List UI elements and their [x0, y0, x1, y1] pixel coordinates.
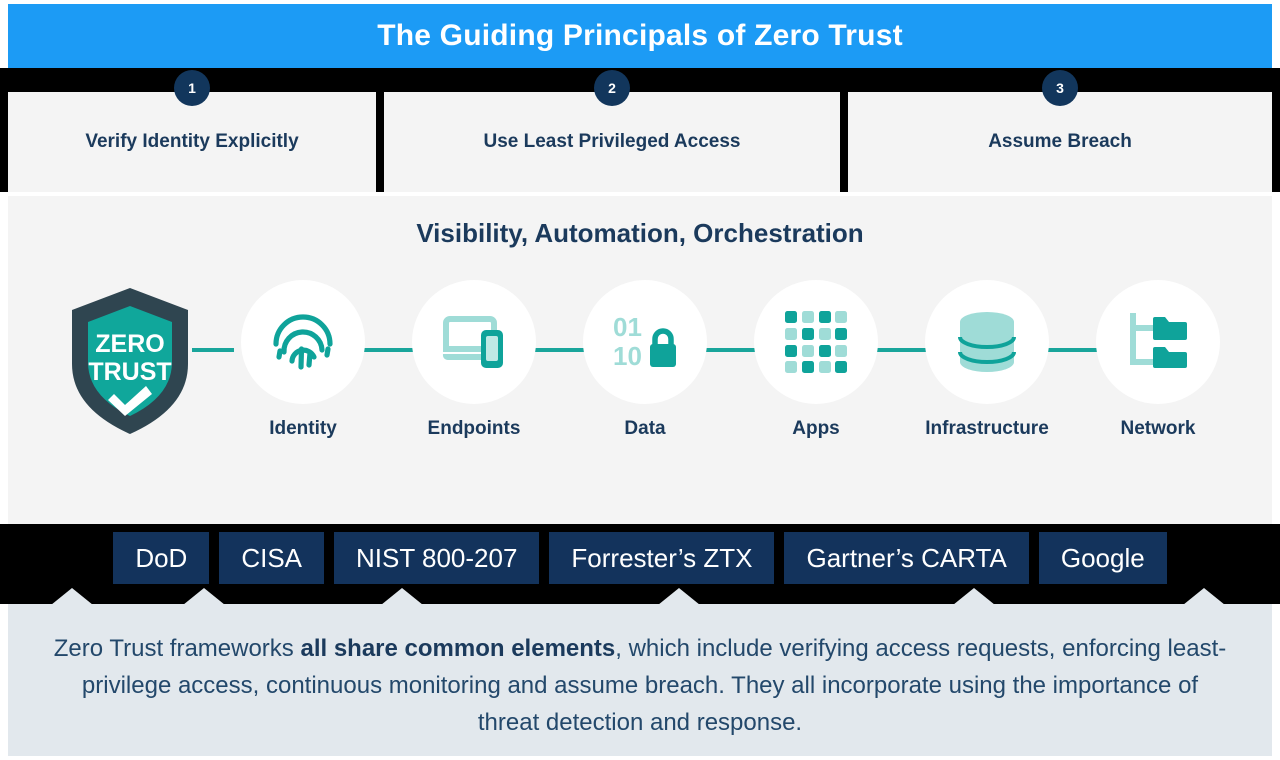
pillar-data[interactable]: 01 10 Data	[583, 280, 707, 440]
principles-row: 1 Verify Identity Explicitly 2 Use Least…	[8, 70, 1272, 192]
pillar-apps-circle	[754, 280, 878, 404]
pillar-apps[interactable]: Apps	[754, 280, 878, 440]
framework-chip-dod[interactable]: DoD	[113, 532, 210, 584]
devices-icon	[442, 316, 503, 368]
principle-badge-3: 3	[1042, 70, 1078, 106]
pillar-identity-label: Identity	[269, 418, 337, 439]
pillars-panel: Visibility, Automation, Orchestration ZE…	[8, 196, 1272, 524]
shield-line-1: ZERO	[95, 330, 164, 358]
svg-text:10: 10	[613, 341, 642, 371]
pillar-endpoints[interactable]: Endpoints	[412, 280, 536, 440]
infographic-root: The Guiding Principals of Zero Trust 1 V…	[0, 0, 1280, 760]
binary-lock-icon: 01 10	[613, 312, 676, 371]
svg-text:01: 01	[613, 312, 642, 342]
framework-chip-nist[interactable]: NIST 800-207	[334, 532, 540, 584]
pointer-1	[183, 588, 225, 605]
pillar-infrastructure[interactable]: Infrastructure	[925, 280, 1049, 440]
pillar-apps-label: Apps	[792, 418, 840, 439]
principle-label-2: Use Least Privileged Access	[483, 131, 741, 152]
framework-chip-forrester[interactable]: Forrester’s ZTX	[549, 532, 775, 584]
summary-part-1: Zero Trust frameworks	[53, 635, 301, 662]
pointer-0	[51, 588, 93, 605]
database-icon	[958, 312, 1016, 372]
section-title: Visibility, Automation, Orchestration	[416, 218, 864, 248]
shield-line-2: TRUST	[88, 358, 171, 386]
pillar-identity[interactable]: Identity	[241, 280, 365, 440]
principle-label-1: Verify Identity Explicitly	[85, 131, 299, 152]
summary-panel: Zero Trust frameworks all share common e…	[8, 588, 1272, 756]
principle-card-2[interactable]: 2 Use Least Privileged Access	[384, 70, 840, 192]
pillar-network-circle	[1096, 280, 1220, 404]
pillar-data-circle: 01 10	[583, 280, 707, 404]
framework-chip-google[interactable]: Google	[1038, 532, 1167, 584]
connector-3	[700, 348, 760, 352]
pillar-identity-circle	[241, 280, 365, 404]
principle-badge-1: 1	[174, 70, 210, 106]
pillar-infrastructure-circle	[925, 280, 1049, 404]
connector-0	[192, 348, 234, 352]
pillar-data-label: Data	[624, 418, 666, 439]
principle-label-3: Assume Breach	[988, 131, 1132, 152]
pillar-endpoints-circle	[412, 280, 536, 404]
page-title: The Guiding Principals of Zero Trust	[377, 19, 903, 52]
summary-bold: all share common elements	[300, 635, 616, 662]
pointer-4	[953, 588, 995, 605]
summary-text: Zero Trust frameworks all share common e…	[50, 630, 1230, 741]
pointer-2	[381, 588, 423, 605]
frameworks-row: DoD CISA NIST 800-207 Forrester’s ZTX Ga…	[0, 532, 1280, 584]
principle-card-3[interactable]: 3 Assume Breach	[848, 70, 1272, 192]
connector-5	[1042, 348, 1102, 352]
network-folders-icon	[1130, 313, 1187, 368]
principle-divider-1	[376, 92, 384, 192]
pointer-3	[658, 588, 700, 605]
principle-card-1[interactable]: 1 Verify Identity Explicitly	[8, 70, 376, 192]
connector-1	[358, 348, 418, 352]
app-grid-icon	[785, 311, 847, 373]
pillar-endpoints-label: Endpoints	[427, 418, 521, 439]
connector-4	[871, 348, 931, 352]
pillar-row: ZERO TRUST Identity Endpoints 01 10 Data…	[8, 280, 1272, 470]
pillar-infrastructure-label: Infrastructure	[925, 418, 1049, 439]
pointer-5	[1183, 588, 1225, 605]
framework-chip-cisa[interactable]: CISA	[219, 532, 325, 584]
zero-trust-shield: ZERO TRUST	[66, 286, 194, 436]
pillar-network-label: Network	[1120, 418, 1196, 439]
pillar-network[interactable]: Network	[1096, 280, 1220, 440]
principle-divider-2	[840, 92, 848, 192]
header-banner: The Guiding Principals of Zero Trust	[8, 4, 1272, 68]
framework-chip-gartner[interactable]: Gartner’s CARTA	[784, 532, 1029, 584]
connector-2	[529, 348, 589, 352]
principle-badge-2: 2	[594, 70, 630, 106]
fingerprint-icon	[273, 314, 333, 370]
